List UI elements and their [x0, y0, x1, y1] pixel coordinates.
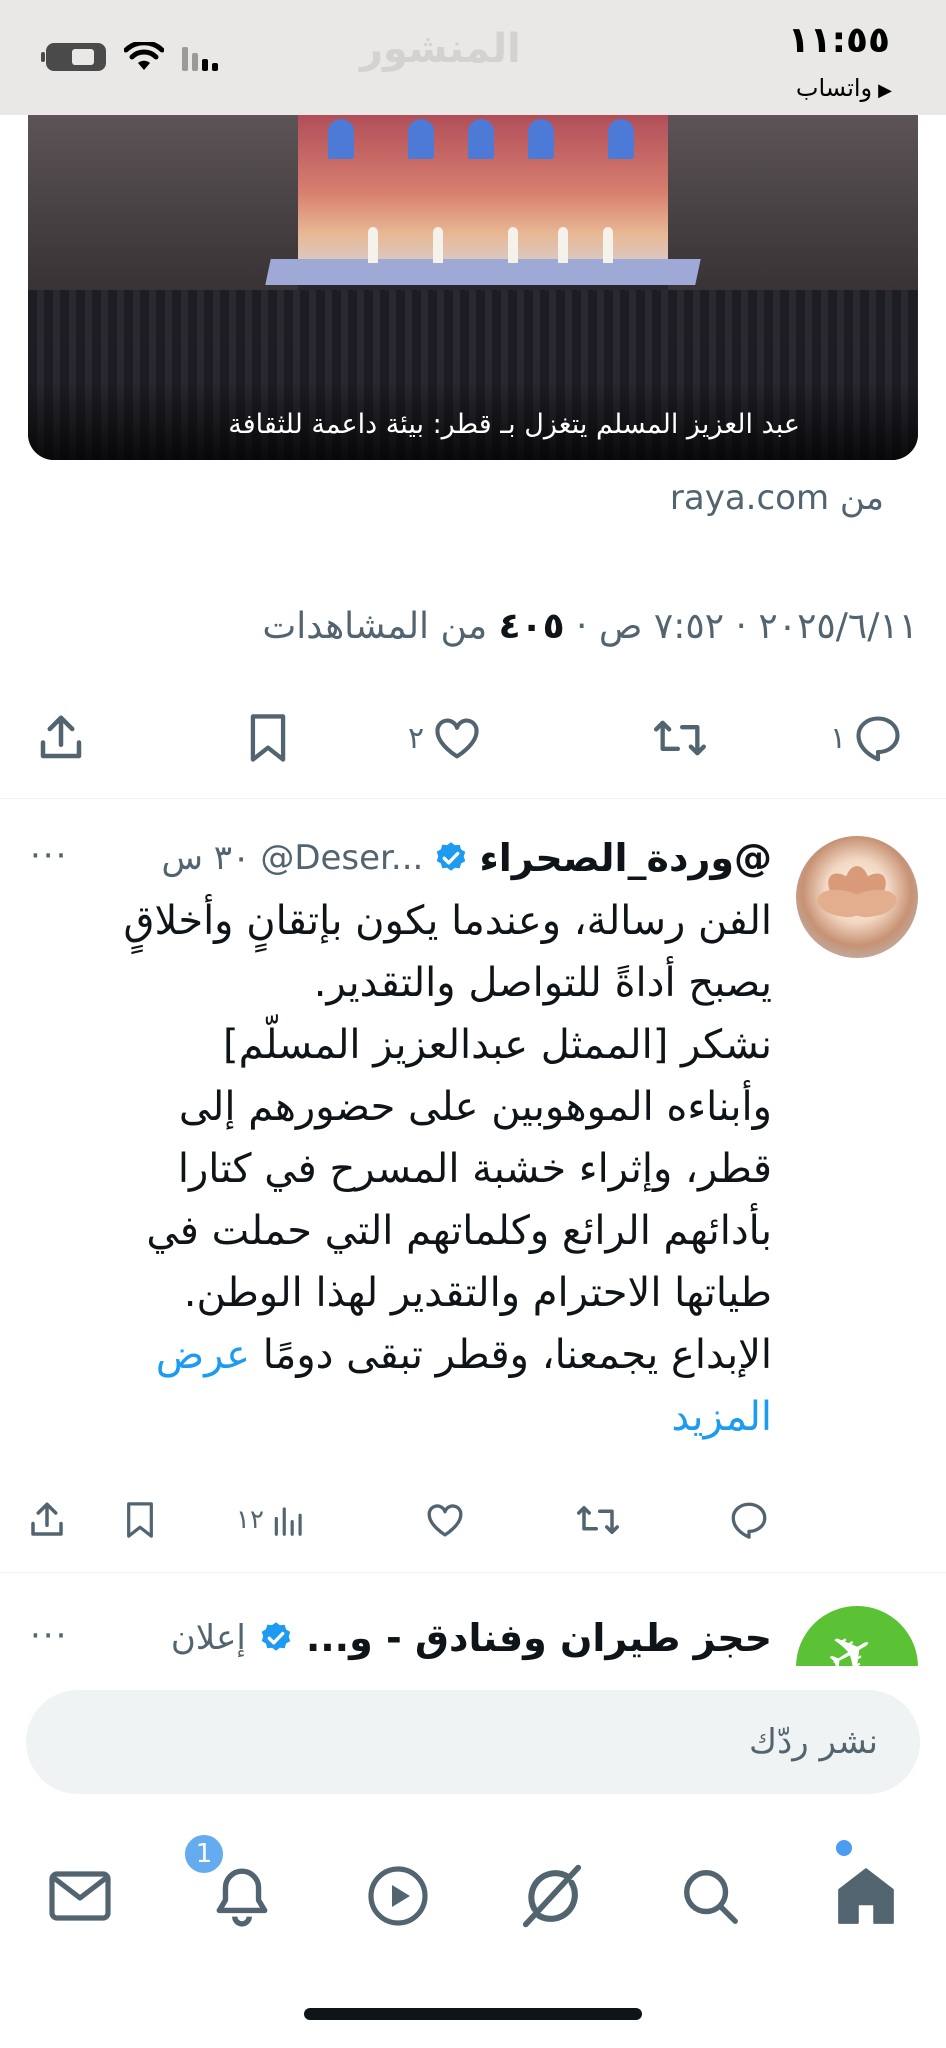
like-button[interactable]: ٢ — [408, 698, 484, 778]
reply-line: قطر، وإثراء خشبة المسرح في كتارا — [177, 1146, 772, 1192]
views-count: ٤٠٥ — [498, 606, 565, 647]
ad-label: إعلان — [170, 1618, 246, 1658]
home-new-dot — [836, 1840, 852, 1856]
heart-icon — [427, 1504, 463, 1537]
wifi-icon — [124, 42, 164, 70]
reply-timestamp: ٣٠ س — [161, 838, 251, 878]
ad-header: حجز طيران وفنادق - و... إعلان — [171, 1608, 772, 1668]
divider — [0, 1572, 946, 1573]
post-actions: ١ ٢ — [0, 698, 946, 778]
reply-views-button[interactable]: ١٢ — [236, 1490, 308, 1550]
nav-video[interactable] — [358, 1856, 438, 1936]
card-caption: عبد العزيز المسلم يتغزل بـ قطر: بيئة داع… — [228, 409, 800, 440]
views-chart-icon — [274, 1507, 302, 1536]
status-icons — [41, 42, 222, 72]
verified-badge-icon — [437, 842, 466, 871]
search-icon — [684, 1870, 738, 1924]
reply-line: وأبناءه الموهوبين على حضورهم إلى — [178, 1084, 772, 1130]
reply-line: المزيد — [32, 1386, 772, 1448]
share-button[interactable] — [34, 698, 88, 778]
home-indicator — [304, 2008, 642, 2020]
share-icon — [31, 1502, 63, 1536]
reply-line: يصبح أداةً للتواصل والتقدير. — [313, 960, 772, 1006]
back-to-app-link[interactable]: ▶واتساب — [796, 74, 892, 102]
header-title-faded: المنشور — [360, 26, 521, 72]
nav-grok[interactable] — [512, 1856, 592, 1936]
reply-composer — [0, 1666, 946, 1794]
reply-button[interactable]: ١ — [830, 698, 904, 778]
mail-icon — [49, 1871, 111, 1921]
reply-line: بأدائهم الرائع وكلماتهم التي حملت في — [146, 1208, 772, 1254]
retweet-icon — [577, 1506, 619, 1534]
reply-bookmark-button[interactable] — [120, 1490, 160, 1550]
reply-line: الإبداع يجمعنا، وقطر تبقى دومًا عرض — [155, 1332, 772, 1378]
reply-reply-button[interactable] — [728, 1490, 770, 1550]
reply-views-count: ١٢ — [236, 1505, 264, 1535]
grok-icon — [522, 1864, 582, 1928]
reply-author-name[interactable]: @وردة_الصحراء — [479, 836, 772, 880]
cellular-signal-icon — [182, 47, 218, 71]
ad-author-name[interactable]: حجز طيران وفنادق - و... — [306, 1616, 772, 1660]
play-circle-icon — [368, 1866, 428, 1926]
theater-stage — [265, 115, 701, 285]
retweet-button[interactable] — [648, 698, 712, 778]
reply-author-handle: @Deser... — [260, 838, 424, 878]
back-arrow-icon: ▶ — [878, 80, 892, 101]
reply-line: طياتها الاحترام والتقدير لهذا الوطن. — [183, 1270, 772, 1316]
reply-line: نشكر [الممثل عبدالعزيز المسلّم] — [222, 1022, 772, 1068]
bell-icon — [216, 1868, 268, 1927]
link-source[interactable]: من raya.com — [670, 478, 884, 518]
reply-text: الفن رسالة، وعندما يكون بإتقانٍ وأخلاقٍ … — [32, 890, 772, 1448]
status-bar: المنشور ١١:٥٥ ▶واتساب — [0, 0, 946, 115]
clock: ١١:٥٥ — [787, 20, 890, 61]
reply-retweet-button[interactable] — [574, 1490, 622, 1550]
battery-icon — [41, 43, 106, 71]
back-app-label: واتساب — [795, 74, 873, 102]
nav-messages[interactable] — [40, 1856, 120, 1936]
divider — [0, 798, 946, 799]
post-time: ٧:٥٢ ص — [598, 606, 725, 647]
bookmark-icon — [250, 714, 286, 762]
bottom-navigation: 1 — [0, 1832, 946, 1946]
ad-more-options-button[interactable]: ··· — [30, 1616, 68, 1656]
retweet-icon — [654, 720, 706, 756]
reply-share-button[interactable] — [26, 1490, 68, 1550]
reply-like-button[interactable] — [424, 1490, 466, 1550]
show-more-link[interactable]: عرض — [156, 1332, 250, 1378]
verified-badge-icon — [261, 1622, 291, 1651]
link-card-image[interactable]: عبد العزيز المسلم يتغزل بـ قطر: بيئة داع… — [28, 115, 918, 460]
reply-count: ١ — [830, 720, 847, 756]
reply-icon — [731, 1502, 767, 1539]
show-more-link-cont[interactable]: المزيد — [671, 1394, 772, 1440]
like-count: ٢ — [408, 720, 425, 756]
views-label: من المشاهدات — [262, 606, 488, 647]
reply-line: الفن رسالة، وعندما يكون بإتقانٍ وأخلاقٍ — [123, 898, 772, 944]
reply-more-options-button[interactable]: ··· — [30, 836, 68, 876]
notifications-badge: 1 — [182, 1832, 226, 1876]
post-meta: ٢٠٢٥/٦/١١ · ٧:٥٢ ص · ٤٠٥ من المشاهدات — [262, 606, 918, 647]
share-icon — [40, 715, 82, 759]
reply-avatar[interactable] — [796, 836, 918, 958]
reply-input[interactable] — [26, 1690, 920, 1794]
reply-header: @وردة_الصحراء @Deser... ٣٠ س — [161, 828, 772, 888]
reply-icon — [856, 716, 900, 762]
bookmark-button[interactable] — [242, 698, 294, 778]
nav-search[interactable] — [670, 1856, 750, 1936]
heart-icon — [435, 718, 479, 759]
nav-home[interactable] — [826, 1856, 906, 1936]
reply-actions: ١٢ — [0, 1490, 946, 1550]
post-date: ٢٠٢٥/٦/١١ — [758, 606, 918, 647]
bookmark-icon — [127, 1502, 153, 1538]
home-icon — [838, 1868, 894, 1924]
